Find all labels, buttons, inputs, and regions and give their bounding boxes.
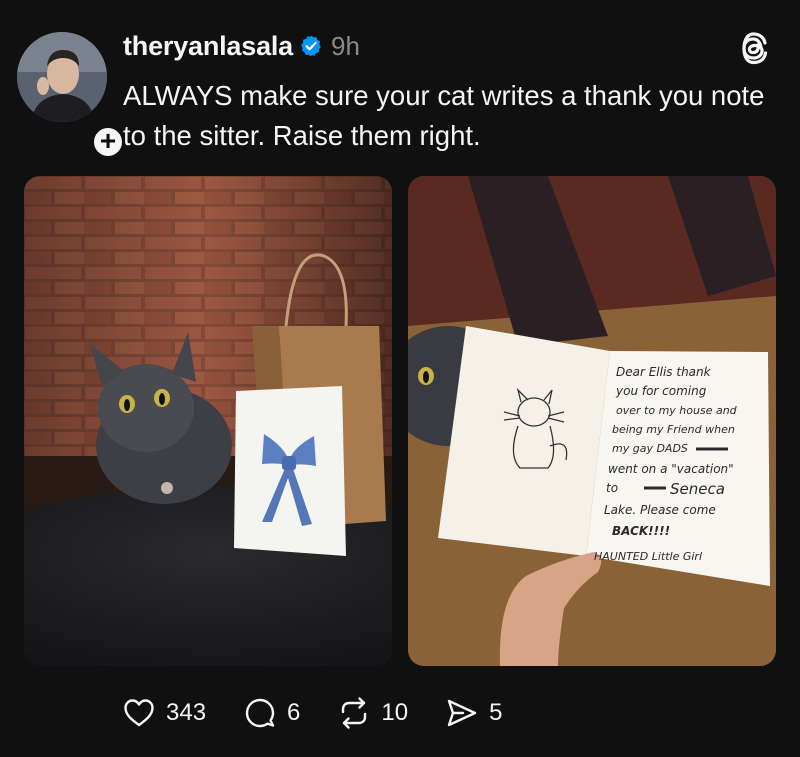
share-button[interactable]: 5	[445, 696, 502, 730]
post-header: theryanlasala 9h	[123, 30, 360, 62]
timestamp: 9h	[331, 30, 360, 61]
post-image-thank-you-note[interactable]: Dear Ellis thank you for coming over to …	[408, 176, 776, 666]
card-line-2: you for coming	[615, 384, 707, 398]
card-line-4: being my Friend when	[612, 423, 735, 436]
card-line-5: my gay DADS	[612, 442, 688, 455]
reply-button[interactable]: 6	[243, 696, 300, 730]
post-actions: 343 6 10 5	[122, 693, 539, 733]
share-count: 5	[489, 699, 503, 726]
card-line-1: Dear Ellis thank	[616, 365, 712, 379]
author-avatar[interactable]: +	[17, 32, 126, 160]
send-icon	[447, 699, 477, 727]
verified-badge-icon	[301, 35, 321, 57]
follow-plus-button[interactable]: +	[90, 124, 126, 160]
heart-icon	[124, 699, 154, 727]
comment-icon	[245, 698, 275, 728]
like-button[interactable]: 343	[122, 696, 206, 730]
card-line-8: Seneca	[670, 480, 725, 498]
card-line-11: HAUNTED Little Girl	[594, 550, 702, 563]
post-image-cat-with-gift[interactable]	[24, 176, 392, 666]
avatar-image	[17, 32, 107, 122]
post-text: ALWAYS make sure your cat writes a thank…	[123, 80, 765, 151]
card-line-7: to	[606, 481, 618, 495]
card-line-10: BACK!!!!	[612, 524, 670, 538]
reply-count: 6	[287, 699, 301, 726]
username[interactable]: theryanlasala	[123, 31, 293, 62]
card-line-3: over to my house and	[616, 404, 738, 417]
repost-button[interactable]: 10	[337, 696, 408, 730]
repost-count: 10	[381, 699, 409, 726]
card-line-6: went on a "vacation"	[608, 462, 734, 476]
threads-logo-icon[interactable]	[736, 30, 770, 66]
like-count: 343	[166, 699, 207, 726]
card-line-9: Lake. Please come	[604, 503, 716, 517]
repost-icon	[342, 697, 367, 729]
